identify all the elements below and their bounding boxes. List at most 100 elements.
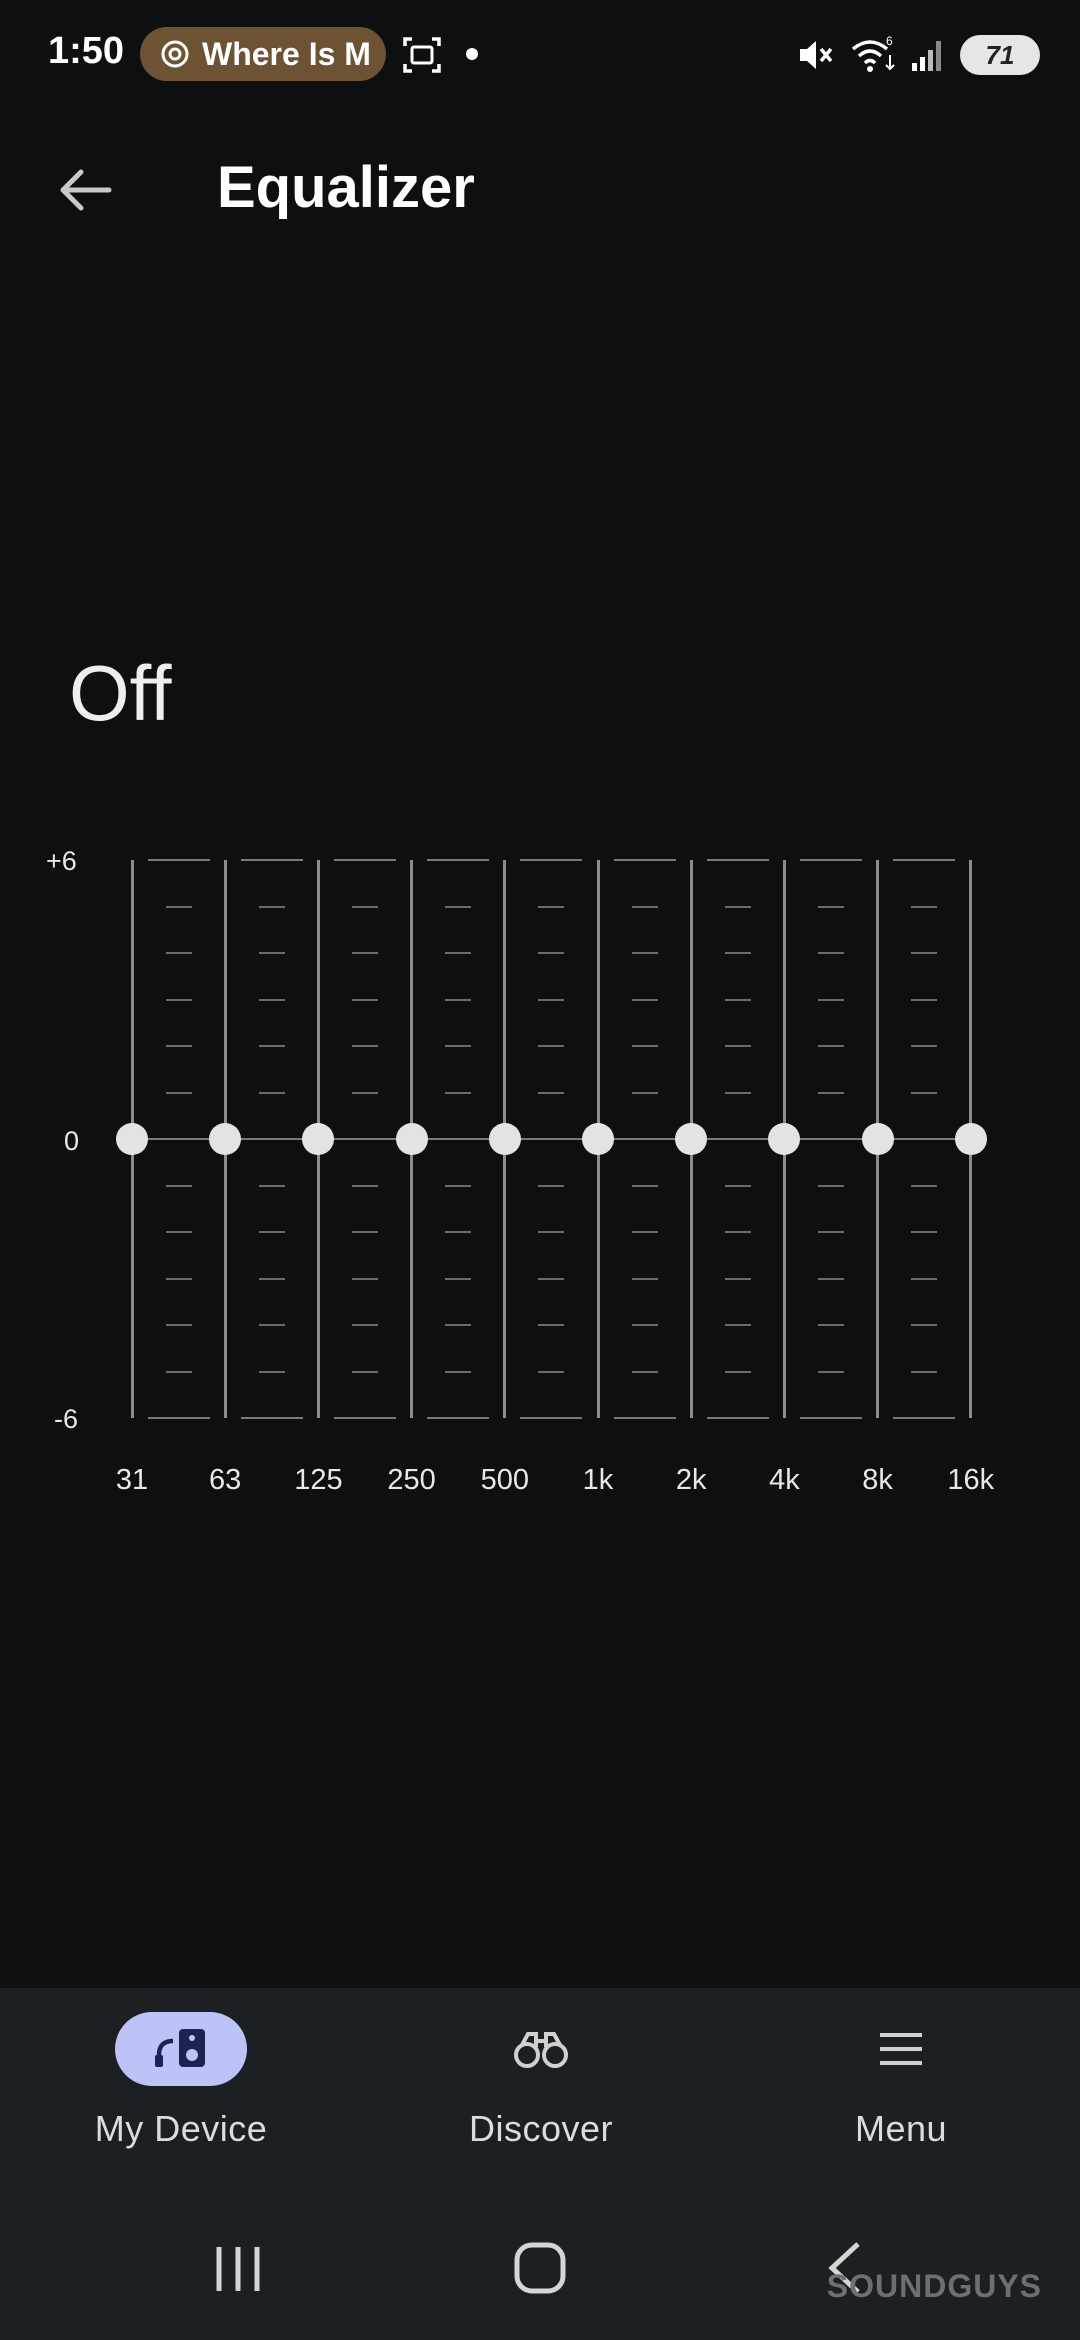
eq-grid-tick: [631, 1231, 658, 1233]
nav-label-my-device: My Device: [94, 2108, 268, 2149]
eq-slider-knob-2k[interactable]: [675, 1123, 708, 1155]
nav-item-my-device[interactable]: My Device: [31, 1988, 331, 2188]
eq-grid-tick: [165, 952, 192, 954]
eq-grid-tick: [258, 1045, 285, 1047]
nav-label-menu: Menu: [854, 2108, 948, 2149]
status-time: 1:50: [48, 30, 125, 72]
eq-frequency-label: 4k: [769, 1464, 800, 1496]
eq-grid-tick: [352, 905, 378, 908]
eq-grid-tick: [258, 952, 285, 954]
eq-grid-tick: [445, 905, 472, 908]
eq-slider-knob-63[interactable]: [209, 1123, 242, 1155]
eq-grid-tick: [800, 1417, 862, 1419]
eq-grid-tick: [334, 1417, 396, 1419]
eq-grid-tick: [818, 952, 844, 954]
eq-grid-tick: [911, 1184, 938, 1187]
eq-grid-tick: [631, 1277, 658, 1280]
eq-grid-tick: [445, 952, 472, 954]
home-button[interactable]: [514, 2242, 566, 2294]
nav-icon-container: [475, 2012, 607, 2086]
eq-grid-tick: [911, 905, 938, 908]
page-title: Equalizer: [217, 155, 475, 220]
eq-grid-tick: [724, 1091, 751, 1094]
eq-grid-tick: [352, 1324, 378, 1326]
nav-item-menu[interactable]: Menu: [751, 1988, 1051, 2188]
eq-grid-tick: [706, 1417, 769, 1419]
equalizer-state-label: Off: [69, 649, 172, 737]
eq-grid-tick: [724, 1277, 751, 1280]
eq-grid-tick: [631, 1184, 658, 1187]
eq-grid-tick: [631, 1370, 658, 1373]
eq-grid-tick: [352, 1045, 378, 1047]
screen-capture-icon: [403, 37, 441, 73]
eq-grid-tick: [724, 1231, 751, 1233]
eq-grid-tick: [165, 1277, 192, 1280]
nav-icon-container: [835, 2012, 967, 2086]
eq-grid-tick: [258, 1277, 285, 1280]
eq-frequency-label: 16k: [947, 1464, 995, 1496]
wifi-icon: 6: [851, 35, 895, 72]
eq-grid-tick: [818, 1045, 844, 1047]
eq-frequency-label: 125: [294, 1464, 343, 1496]
hamburger-menu-icon: [880, 2033, 922, 2065]
eq-grid-tick: [352, 1277, 378, 1280]
eq-grid-tick: [538, 1184, 565, 1187]
eq-grid-tick: [147, 1417, 210, 1419]
notification-pill[interactable]: Where Is M: [140, 27, 386, 81]
eq-frequency-label: 500: [480, 1464, 529, 1496]
eq-grid-tick: [911, 1231, 938, 1233]
eq-grid-tick: [352, 1231, 378, 1233]
notification-pill-text: Where Is M: [202, 35, 371, 72]
eq-slider-knob-1k[interactable]: [582, 1123, 614, 1155]
eq-grid-tick: [258, 1370, 285, 1373]
eq-grid-tick: [165, 1370, 192, 1373]
eq-grid-tick: [818, 1184, 844, 1187]
arrow-left-icon: [60, 169, 112, 211]
eq-grid-tick: [165, 1045, 192, 1047]
nav-label-discover: Discover: [468, 2108, 614, 2149]
eq-grid-tick: [258, 1184, 285, 1187]
eq-grid-tick: [538, 1231, 565, 1233]
eq-grid-tick: [911, 1370, 938, 1373]
status-icons: 6 71: [796, 32, 1040, 78]
eq-grid-tick: [724, 905, 751, 908]
battery-indicator: 71: [960, 35, 1040, 75]
recent-apps-button[interactable]: [213, 2244, 263, 2294]
eq-grid-tick: [538, 1370, 565, 1373]
eq-grid-tick: [258, 1091, 285, 1094]
eq-grid-tick: [800, 859, 862, 861]
battery-level: 71: [985, 39, 1015, 70]
eq-grid-tick: [240, 859, 303, 861]
eq-frequency-label: 2k: [675, 1464, 707, 1496]
eq-grid-tick: [445, 1324, 472, 1326]
back-button[interactable]: [50, 155, 120, 225]
eq-grid-tick: [724, 1045, 751, 1047]
status-bar: 1:50 Where Is M 6 71: [0, 0, 1080, 110]
eq-slider-knob-8k[interactable]: [861, 1123, 894, 1155]
eq-grid-tick: [165, 998, 192, 1001]
nav-item-discover[interactable]: Discover: [391, 1988, 691, 2188]
eq-grid-tick: [352, 1091, 378, 1094]
eq-grid-tick: [334, 859, 396, 861]
eq-grid-tick: [520, 859, 583, 861]
eq-grid-tick: [818, 1324, 844, 1326]
eq-slider-knob-250[interactable]: [395, 1123, 428, 1155]
eq-grid-tick: [893, 859, 956, 861]
eq-grid-tick: [427, 1417, 490, 1419]
location-target-icon: [161, 40, 189, 68]
eq-grid-tick: [724, 998, 751, 1001]
eq-slider-knob-4k[interactable]: [768, 1123, 801, 1155]
eq-grid-tick: [911, 1045, 938, 1047]
eq-grid-tick: [724, 1184, 751, 1187]
zero-db-line: [132, 1138, 971, 1140]
eq-grid-tick: [613, 859, 676, 861]
eq-slider-knob-31[interactable]: [116, 1123, 148, 1155]
eq-grid-tick: [258, 905, 285, 908]
eq-grid-tick: [538, 952, 565, 954]
eq-slider-knob-500[interactable]: [488, 1123, 521, 1155]
eq-slider-knob-16k[interactable]: [954, 1123, 987, 1155]
eq-grid-tick: [165, 1324, 192, 1326]
eq-slider-knob-125[interactable]: [302, 1123, 335, 1155]
eq-grid-tick: [538, 1277, 565, 1280]
eq-grid-tick: [631, 1091, 658, 1094]
